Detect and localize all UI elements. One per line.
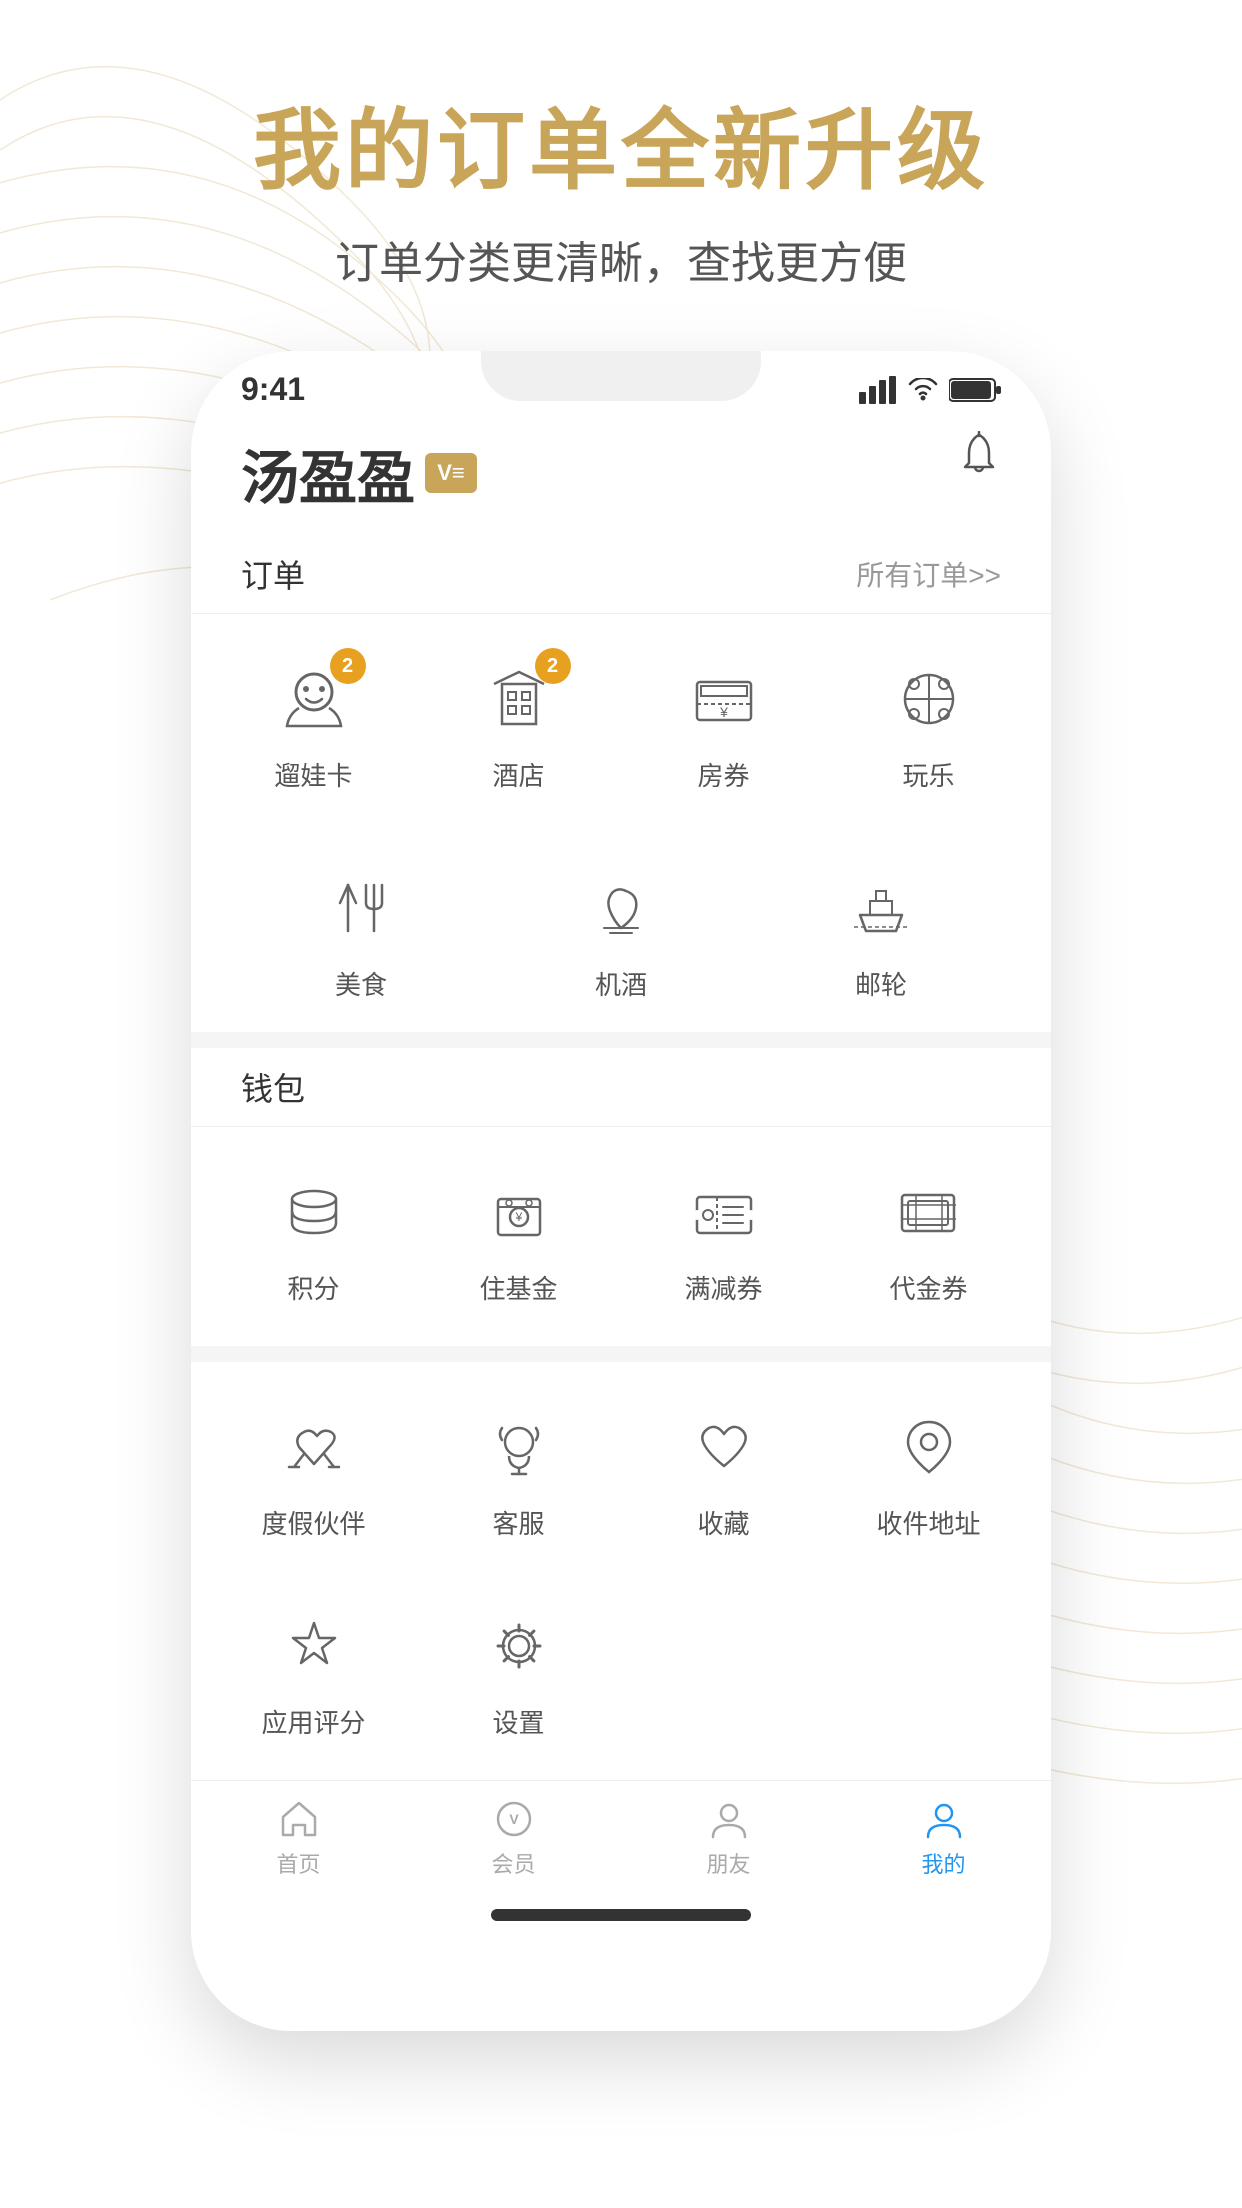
main-title: 我的订单全新升级 — [60, 80, 1182, 207]
orders-title: 订单 — [241, 551, 305, 597]
discount-coupon-label: 满减券 — [684, 1269, 762, 1306]
service-favorites[interactable]: 收藏 — [621, 1382, 826, 1561]
wallet-housing-fund[interactable]: ¥ 住基金 — [416, 1147, 621, 1326]
wallet-discount-coupon[interactable]: 满减券 — [621, 1147, 826, 1326]
address-icon — [884, 1402, 974, 1492]
phone-inner: 9:41 — [191, 351, 1051, 2031]
vip-text: V≡ — [437, 460, 465, 486]
service-vacation-partner[interactable]: 度假伙伴 — [211, 1382, 416, 1561]
friends-tab-icon — [707, 1797, 751, 1841]
service-rating[interactable]: 应用评分 — [211, 1581, 416, 1760]
cruise-icon — [836, 863, 926, 953]
notch — [481, 351, 761, 401]
orders-grid-row1: 2 遛娃卡 2 — [191, 614, 1051, 833]
room-voucher-icon: ¥ — [679, 654, 769, 744]
tab-friends-label: 朋友 — [706, 1847, 750, 1879]
tab-membership-label: 会员 — [491, 1847, 535, 1879]
room-voucher-label: 房券 — [697, 756, 749, 793]
signal-icon — [859, 376, 897, 404]
wallet-section-header: 钱包 — [191, 1048, 1051, 1127]
hotel-label: 酒店 — [492, 756, 544, 793]
order-hotel[interactable]: 2 酒店 — [416, 634, 621, 813]
tab-home-label: 首页 — [276, 1847, 320, 1879]
status-time: 9:41 — [241, 371, 305, 408]
tab-home[interactable]: 首页 — [191, 1797, 406, 1879]
vacation-partner-label: 度假伙伴 — [261, 1504, 365, 1541]
air-hotel-icon — [576, 863, 666, 953]
wifi-icon — [907, 378, 939, 402]
svg-text:¥: ¥ — [514, 1210, 522, 1224]
badge-hotel: 2 — [535, 648, 571, 684]
svg-text:¥: ¥ — [719, 704, 728, 720]
tab-bar: 首页 V 会员 朋友 — [191, 1780, 1051, 1909]
services-grid-row2: 应用评分 设置 — [191, 1581, 1051, 1780]
orders-more[interactable]: 所有订单>> — [856, 554, 1001, 594]
customer-service-icon — [474, 1402, 564, 1492]
rating-label: 应用评分 — [261, 1703, 365, 1740]
services-grid-row1: 度假伙伴 客服 — [191, 1362, 1051, 1581]
app-logo: 汤盈盈 V≡ — [241, 431, 477, 515]
app-header: 汤盈盈 V≡ — [191, 411, 1051, 535]
entertainment-icon — [884, 654, 974, 744]
service-customer[interactable]: 客服 — [416, 1382, 621, 1561]
customer-service-label: 客服 — [492, 1504, 544, 1541]
address-label: 收件地址 — [876, 1504, 980, 1541]
page: 我的订单全新升级 订单分类更清晰，查找更方便 9:41 — [0, 0, 1242, 2208]
order-room-voucher[interactable]: ¥ 房券 — [621, 634, 826, 813]
header-area: 我的订单全新升级 订单分类更清晰，查找更方便 — [0, 0, 1242, 331]
service-address[interactable]: 收件地址 — [826, 1382, 1031, 1561]
wallet-title: 钱包 — [241, 1064, 305, 1110]
food-label: 美食 — [335, 965, 387, 1002]
order-entertainment[interactable]: 玩乐 — [826, 634, 1031, 813]
settings-label: 设置 — [492, 1703, 544, 1740]
vip-badge: V≡ — [425, 453, 477, 493]
home-indicator-wrapper — [191, 1909, 1051, 1943]
order-food[interactable]: 美食 — [231, 843, 491, 1022]
rating-icon — [269, 1601, 359, 1691]
settings-icon — [474, 1601, 564, 1691]
order-cruise[interactable]: 邮轮 — [751, 843, 1011, 1022]
home-indicator — [491, 1909, 751, 1921]
divider-2 — [191, 1346, 1051, 1362]
housing-fund-icon: ¥ — [474, 1167, 564, 1257]
food-icon — [316, 863, 406, 953]
orders-grid-row2: 美食 机酒 — [191, 833, 1051, 1032]
logo-text: 汤盈盈 — [241, 431, 415, 515]
wallet-grid: 积分 ¥ 住基金 — [191, 1127, 1051, 1346]
badge-baby-card: 2 — [330, 648, 366, 684]
vacation-partner-icon — [269, 1402, 359, 1492]
battery-icon — [949, 377, 1001, 403]
wallet-points[interactable]: 积分 — [211, 1147, 416, 1326]
membership-tab-icon: V — [492, 1797, 536, 1841]
favorites-label: 收藏 — [697, 1504, 749, 1541]
status-icons — [859, 376, 1001, 404]
svg-text:V: V — [509, 1811, 519, 1827]
favorites-icon — [679, 1402, 769, 1492]
cruise-label: 邮轮 — [855, 965, 907, 1002]
tab-friends[interactable]: 朋友 — [621, 1797, 836, 1879]
service-settings[interactable]: 设置 — [416, 1581, 621, 1760]
bell-icon[interactable] — [957, 431, 1001, 488]
divider-1 — [191, 1032, 1051, 1048]
cash-voucher-label: 代金券 — [889, 1269, 967, 1306]
baby-card-label: 遛娃卡 — [274, 756, 352, 793]
tab-mine[interactable]: 我的 — [836, 1797, 1051, 1879]
wallet-cash-voucher[interactable]: 代金券 — [826, 1147, 1031, 1326]
home-tab-icon — [277, 1797, 321, 1841]
mine-tab-icon — [922, 1797, 966, 1841]
phone-mockup: 9:41 — [191, 351, 1051, 2031]
sub-title: 订单分类更清晰，查找更方便 — [60, 227, 1182, 291]
entertainment-label: 玩乐 — [902, 756, 954, 793]
tab-mine-label: 我的 — [921, 1847, 965, 1879]
order-baby-card[interactable]: 2 遛娃卡 — [211, 634, 416, 813]
air-hotel-label: 机酒 — [595, 965, 647, 1002]
discount-coupon-icon — [679, 1167, 769, 1257]
housing-fund-label: 住基金 — [479, 1269, 557, 1306]
order-air-hotel[interactable]: 机酒 — [491, 843, 751, 1022]
tab-membership[interactable]: V 会员 — [406, 1797, 621, 1879]
points-icon — [269, 1167, 359, 1257]
orders-section-header: 订单 所有订单>> — [191, 535, 1051, 614]
points-label: 积分 — [287, 1269, 339, 1306]
cash-voucher-icon — [884, 1167, 974, 1257]
